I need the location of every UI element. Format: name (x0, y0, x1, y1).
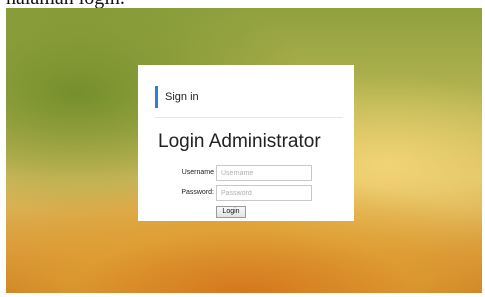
username-label: Username (181, 169, 214, 176)
login-panel: Sign in Login Administrator Username Pas… (138, 65, 354, 221)
login-button[interactable]: Login (216, 206, 246, 218)
caption-text: halaman login. (6, 0, 125, 8)
signin-heading: Sign in (165, 91, 199, 103)
signin-accent-bar (155, 86, 158, 108)
username-input[interactable] (216, 165, 312, 181)
password-label: Password: (181, 189, 214, 196)
password-input[interactable] (216, 185, 312, 201)
divider (155, 117, 343, 118)
login-title: Login Administrator (158, 131, 321, 152)
login-screen-background: Sign in Login Administrator Username Pas… (6, 8, 482, 293)
